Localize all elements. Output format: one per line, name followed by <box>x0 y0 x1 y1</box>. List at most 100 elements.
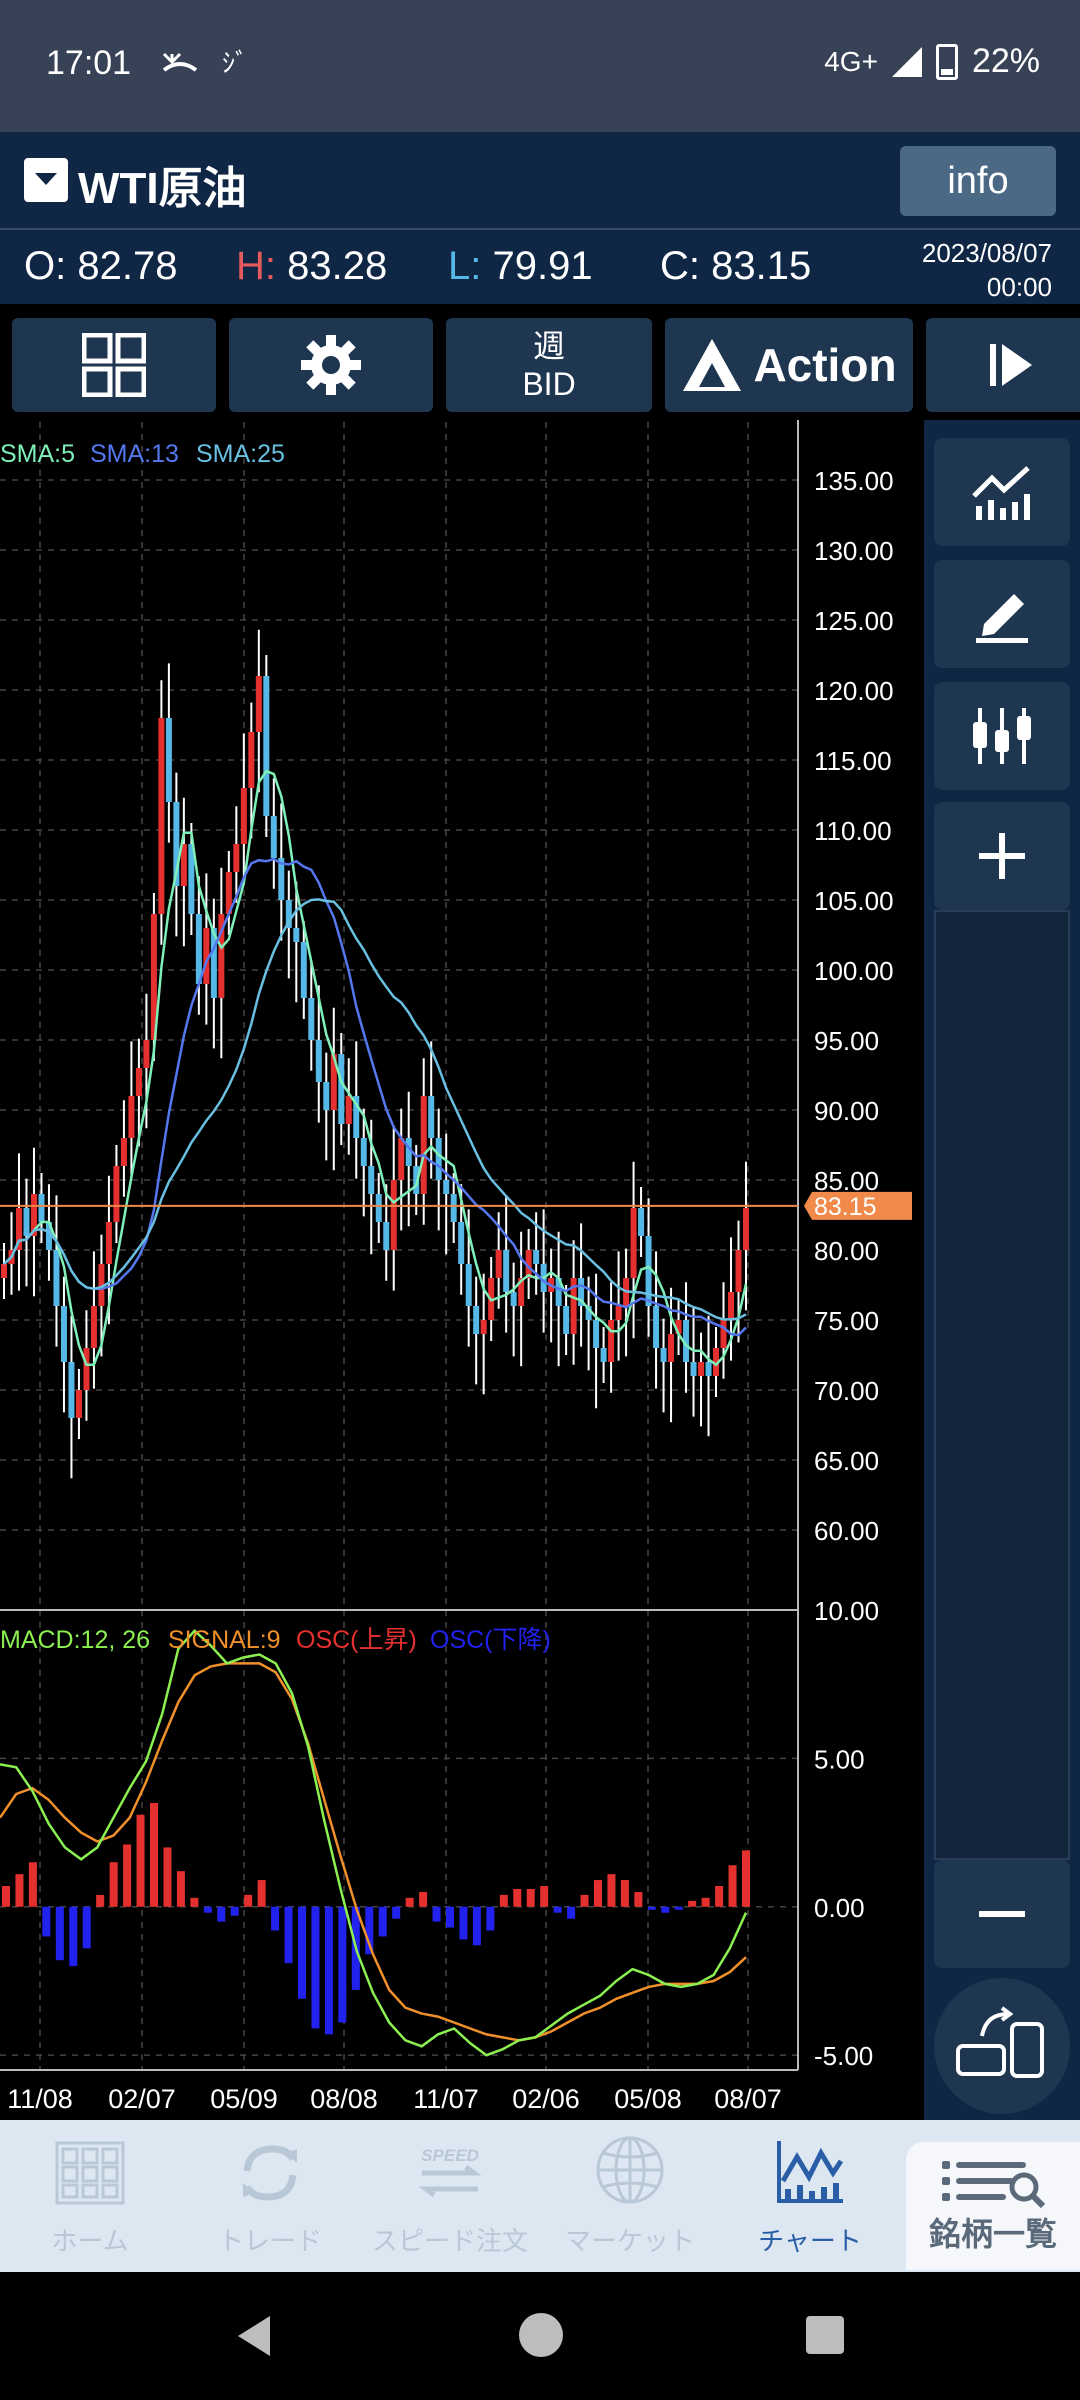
nav-home[interactable]: ホーム <box>0 2120 180 2272</box>
layout-grid-button[interactable] <box>12 318 216 412</box>
candle-body <box>660 1348 667 1362</box>
bottom-navigation: ホーム トレード SPEED スピード注文 マーケット チャート 銘柄一覧 <box>0 2120 1080 2272</box>
candle-body <box>233 844 240 872</box>
gear-icon <box>301 335 361 395</box>
osc-up-bar <box>607 1874 616 1907</box>
candle-body <box>668 1334 675 1362</box>
osc-down-bar <box>486 1906 495 1931</box>
legend-signal: SIGNAL:9 <box>168 1626 281 1654</box>
minus-icon <box>979 1911 1025 1917</box>
candle-body <box>255 676 262 732</box>
instrument-title[interactable]: WTI原油 <box>78 152 247 216</box>
osc-down-bar <box>378 1906 387 1937</box>
osc-up-bar <box>244 1894 253 1907</box>
candle-body <box>368 1166 375 1194</box>
legend-sma5: SMA:5 <box>0 440 75 468</box>
osc-up-bar <box>96 1894 105 1907</box>
y-tick-label: 60.00 <box>814 1516 879 1546</box>
osc-up-bar <box>499 1894 508 1907</box>
play-button[interactable] <box>926 318 1080 412</box>
info-button[interactable]: info <box>900 146 1056 216</box>
low-value: L: 79.91 <box>448 244 593 289</box>
y-tick-label: 135.00 <box>814 466 894 496</box>
action-logo-icon <box>683 339 742 391</box>
candle-body <box>195 914 202 984</box>
osc-up-bar <box>136 1814 145 1907</box>
high-value: H: 83.28 <box>236 244 387 289</box>
zoom-in-button[interactable] <box>934 802 1070 910</box>
candle-body <box>503 1250 510 1292</box>
nav-market[interactable]: マーケット <box>540 2120 720 2272</box>
osc-up-bar <box>257 1880 266 1907</box>
candle-body <box>158 718 165 914</box>
osc-up-bar <box>163 1847 172 1907</box>
back-icon[interactable] <box>230 2312 278 2360</box>
osc-down-bar <box>567 1906 576 1919</box>
timeframe-button[interactable]: 週 BID <box>446 318 652 412</box>
osc-up-bar <box>513 1888 522 1907</box>
x-tick-label: 02/07 <box>108 2084 176 2114</box>
candle-body <box>450 1194 457 1222</box>
status-bar: 17:01 ｼﾞ 4G+ 22% <box>0 0 1080 132</box>
system-navigation-bar <box>0 2272 1080 2400</box>
candle-body <box>735 1250 742 1292</box>
candle-body <box>83 1348 90 1390</box>
instrument-dropdown-icon[interactable] <box>24 158 68 202</box>
settings-button[interactable] <box>229 318 433 412</box>
rotate-screen-button[interactable] <box>934 1978 1070 2114</box>
trade-refresh-icon <box>243 2145 297 2201</box>
candle-body <box>345 1096 352 1124</box>
osc-up-bar <box>580 1894 589 1907</box>
osc-down-bar <box>217 1906 226 1922</box>
bar-datetime: 2023/08/07 00:00 <box>922 236 1052 304</box>
osc-down-bar <box>647 1906 656 1910</box>
y-tick-label: 105.00 <box>814 886 894 916</box>
y-tick-label: 80.00 <box>814 1236 879 1266</box>
candle-body <box>563 1306 570 1334</box>
signal-icon <box>891 46 922 77</box>
candle-body <box>38 1194 45 1222</box>
osc-down-bar <box>42 1906 51 1937</box>
recents-square-icon[interactable] <box>804 2314 846 2356</box>
y-tick-label: 90.00 <box>814 1096 879 1126</box>
nav-speed-order[interactable]: SPEED スピード注文 <box>360 2120 540 2272</box>
candle-body <box>135 1068 142 1096</box>
candle-body <box>60 1306 67 1362</box>
y-tick-label: 110.00 <box>814 816 892 846</box>
candle-body <box>480 1320 487 1334</box>
nav-speed-order-label: スピード注文 <box>371 2226 528 2256</box>
speed-order-icon: SPEED <box>418 2146 482 2197</box>
osc-down-bar <box>459 1906 468 1940</box>
home-circle-icon[interactable] <box>516 2310 566 2360</box>
osc-down-bar <box>230 1906 239 1916</box>
nav-trade[interactable]: トレード <box>180 2120 360 2272</box>
low-label: L: <box>448 244 482 288</box>
pen-icon <box>976 594 1028 643</box>
nav-chart[interactable]: チャート <box>720 2120 900 2272</box>
candle-body <box>375 1194 382 1222</box>
low-price: 79.91 <box>492 244 593 288</box>
price-chart[interactable]: 11/08 02/07 05/09 08/08 11/07 02/06 05/08 08/07… <box>0 420 924 2120</box>
osc-down-bar <box>338 1906 347 2023</box>
osc-down-bar <box>392 1906 401 1919</box>
indicator-button[interactable] <box>934 438 1070 546</box>
open-price: 82.78 <box>77 244 178 288</box>
nav-symbol-list[interactable]: 銘柄一覧 <box>906 2142 1080 2270</box>
osc-up-bar <box>620 1880 629 1907</box>
home-grid-icon <box>55 2141 125 2205</box>
candle-body <box>615 1306 622 1320</box>
zoom-track[interactable] <box>934 910 1070 1860</box>
action-button[interactable]: Action <box>665 318 913 412</box>
osc-up-bar <box>15 1874 24 1907</box>
candle-body <box>360 1138 367 1166</box>
candle-body <box>68 1362 75 1418</box>
candle-body <box>690 1362 697 1376</box>
osc-up-bar <box>28 1862 37 1907</box>
candle-body <box>23 1208 30 1236</box>
open-value: O: 82.78 <box>24 244 177 289</box>
zoom-out-button[interactable] <box>934 1860 1070 1968</box>
high-label: H: <box>236 244 276 288</box>
candle-body <box>53 1250 60 1306</box>
drawing-button[interactable] <box>934 560 1070 668</box>
chart-type-button[interactable] <box>934 682 1070 790</box>
